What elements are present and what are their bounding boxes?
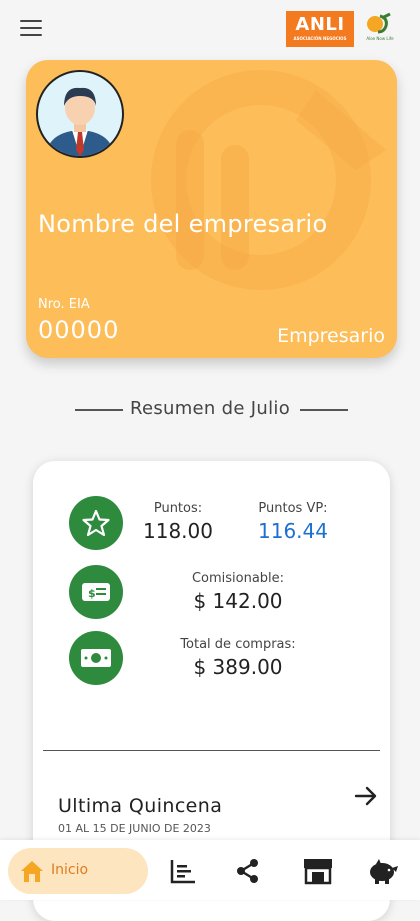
avatar[interactable] xyxy=(36,70,124,158)
ultima-quincena-title[interactable]: Ultima Quincena xyxy=(58,795,222,817)
arrow-right-icon[interactable] xyxy=(353,783,379,809)
piggy-bank-icon[interactable] xyxy=(367,856,398,886)
cash-icon xyxy=(69,631,123,685)
comisionable-label: Comisionable: xyxy=(191,571,285,586)
summary-title: Resumen de Julio xyxy=(129,398,291,419)
empresario-name: Nombre del empresario xyxy=(38,210,328,238)
section-divider xyxy=(43,750,380,751)
title-divider-right xyxy=(300,409,348,411)
stats-list-icon[interactable] xyxy=(168,856,198,886)
quincena-date: 01 AL 15 DE JUNIO DE 2023 xyxy=(58,822,211,835)
store-icon[interactable] xyxy=(302,856,332,886)
eia-number: 00000 xyxy=(38,316,120,344)
share-icon[interactable] xyxy=(233,856,263,886)
puntos-label: Puntos: xyxy=(153,501,203,516)
puntos-vp-value: 116.44 xyxy=(258,519,328,543)
nav-home-label: Inicio xyxy=(51,862,89,878)
role-label: Empresario xyxy=(277,325,385,347)
star-icon xyxy=(69,496,123,550)
app-header: ANLI ASOCIACIÓN NEGOCIOS Aloe Now Life xyxy=(0,0,420,60)
compras-label: Total de compras: xyxy=(180,637,296,652)
compras-value: $ 389.00 xyxy=(193,655,283,679)
puntos-vp-label: Puntos VP: xyxy=(258,501,328,516)
profile-card: Nombre del empresario Nro. EIA 00000 Emp… xyxy=(26,60,397,358)
nav-home-button[interactable]: Inicio xyxy=(8,848,148,894)
comisionable-value: $ 142.00 xyxy=(193,589,283,613)
hamburger-menu-icon[interactable] xyxy=(20,20,42,38)
bottom-navigation: Inicio xyxy=(0,840,420,900)
home-icon xyxy=(21,861,43,882)
aloe-now-life-logo: Aloe Now Life xyxy=(358,12,402,48)
puntos-value: 118.00 xyxy=(143,519,213,543)
anli-logo: ANLI ASOCIACIÓN NEGOCIOS xyxy=(286,11,354,47)
dollar-card-icon: $ xyxy=(69,565,123,619)
eia-label: Nro. EIA xyxy=(38,297,90,312)
svg-text:$: $ xyxy=(88,587,96,600)
